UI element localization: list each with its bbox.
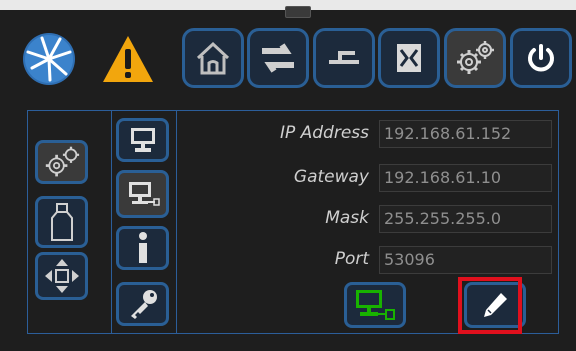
info-icon <box>138 232 147 263</box>
sidebar-key-button[interactable] <box>116 282 169 326</box>
monitor-icon <box>130 128 155 152</box>
panel-divider <box>111 110 112 334</box>
settings-button[interactable] <box>444 28 506 88</box>
home-button[interactable] <box>182 28 244 88</box>
transfer-icon <box>262 43 294 73</box>
port-label: Port <box>334 249 369 269</box>
settings-icon <box>457 41 494 74</box>
key-icon <box>130 290 157 319</box>
ip-address-label: IP Address <box>279 123 369 143</box>
settings-icon <box>45 146 79 177</box>
power-icon <box>528 44 554 72</box>
port-field[interactable]: 53096 <box>379 246 552 274</box>
app-window: IP Address 192.168.61.152 Gateway 192.16… <box>0 0 576 351</box>
gateway-field[interactable]: 192.168.61.10 <box>379 164 552 192</box>
connect-button[interactable] <box>313 28 375 88</box>
mask-label: Mask <box>325 208 369 228</box>
home-icon <box>196 41 230 75</box>
transfer-button[interactable] <box>247 28 309 88</box>
network-connect-icon <box>356 290 395 320</box>
edit-button-highlight <box>458 277 522 334</box>
sidebar-move-button[interactable] <box>35 252 88 300</box>
weight-icon <box>50 203 73 241</box>
network-connect-button[interactable] <box>344 282 406 328</box>
drag-handle[interactable] <box>285 6 311 18</box>
sidebar-network-monitor-button[interactable] <box>116 170 169 218</box>
sidebar-monitor-button[interactable] <box>116 118 169 162</box>
connect-icon <box>329 51 359 64</box>
panel-divider <box>176 110 177 334</box>
gateway-label: Gateway <box>293 167 369 187</box>
move-icon <box>44 259 79 293</box>
power-button[interactable] <box>510 28 572 88</box>
logo-icon <box>23 33 75 85</box>
import-button[interactable] <box>378 28 440 88</box>
import-icon <box>397 44 421 72</box>
mask-field[interactable]: 255.255.255.0 <box>379 205 552 233</box>
sidebar-weight-button[interactable] <box>35 196 88 248</box>
ip-address-field[interactable]: 192.168.61.152 <box>379 120 552 148</box>
sidebar-info-button[interactable] <box>116 226 169 270</box>
warning-icon[interactable] <box>101 34 155 84</box>
network-monitor-icon <box>128 182 160 206</box>
sidebar-settings-button[interactable] <box>35 140 88 184</box>
